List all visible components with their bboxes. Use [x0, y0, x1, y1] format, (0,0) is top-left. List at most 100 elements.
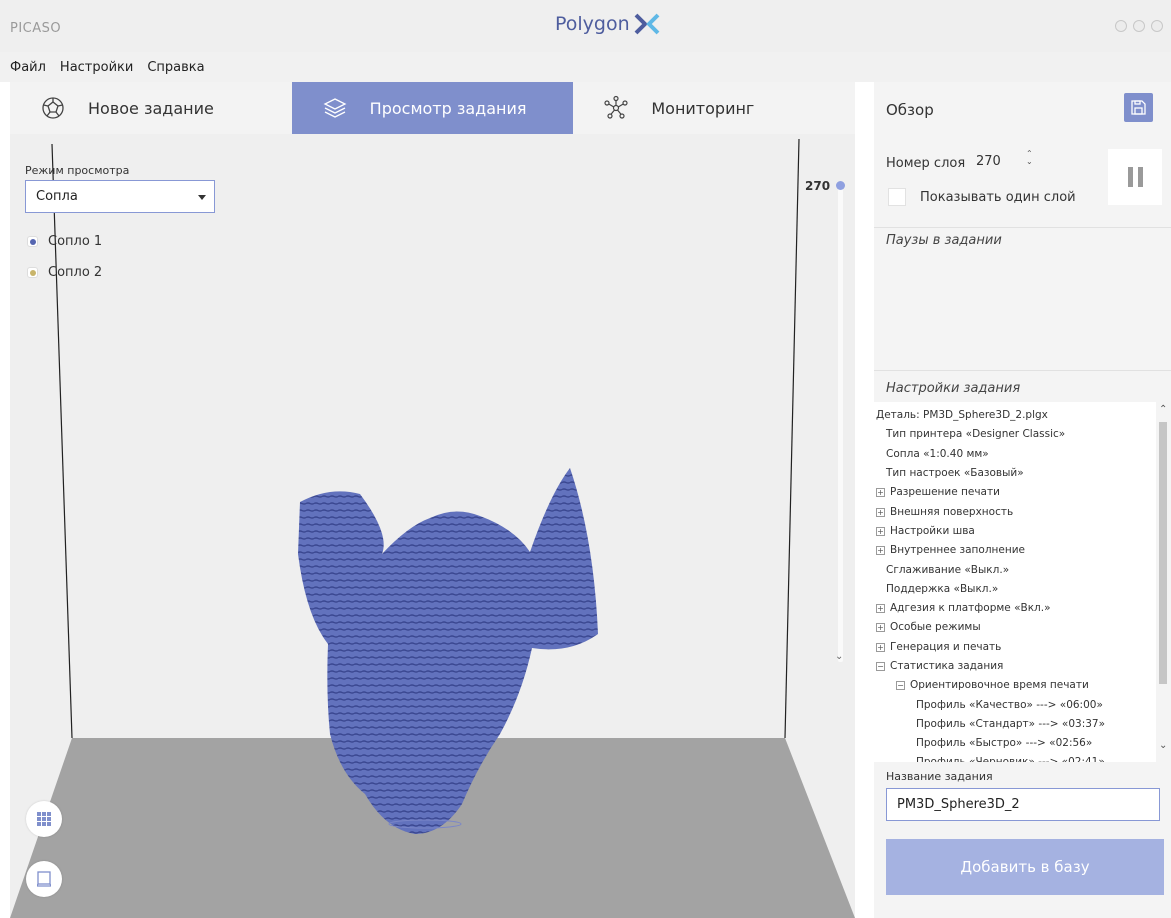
- scroll-up-icon[interactable]: ⌃: [1159, 404, 1167, 415]
- tab-monitoring-label: Мониторинг: [651, 98, 755, 118]
- view-mode-select[interactable]: Сопла: [25, 180, 215, 213]
- tree-row[interactable]: + Особые режимы: [874, 618, 1171, 637]
- tree-row-label: Статистика задания: [890, 660, 1004, 672]
- tree-row-label: Адгезия к платформе «Вкл.»: [890, 602, 1051, 615]
- expand-icon[interactable]: +: [876, 642, 885, 652]
- tree-row[interactable]: + Генерация и печать: [874, 638, 1171, 657]
- nozzle-1-legend[interactable]: Сопло 1: [27, 234, 102, 249]
- overview-header: Обзор: [874, 82, 1171, 134]
- expand-icon[interactable]: +: [876, 604, 885, 614]
- show-one-layer-label: Показывать один слой: [920, 189, 1076, 205]
- title-bar: PICASO Polygon: [0, 0, 1171, 52]
- tab-monitoring[interactable]: Мониторинг: [573, 82, 855, 134]
- tree-row: Тип настроек «Базовый»: [874, 464, 1171, 483]
- nozzle-2-swatch: [27, 267, 38, 278]
- tab-job-preview[interactable]: Просмотр задания: [291, 82, 574, 134]
- tree-row-label: Тип принтера «Designer Classic»: [886, 428, 1066, 441]
- expand-icon[interactable]: +: [876, 546, 885, 556]
- nozzle-1-label: Сопло 1: [48, 234, 103, 249]
- tree-row-label: Сглаживание «Выкл.»: [886, 563, 1010, 576]
- nozzle-1-swatch: [27, 236, 38, 247]
- tree-row[interactable]: + Адгезия к платформе «Вкл.»: [874, 599, 1171, 618]
- tree-row: Профиль «Черновик» ---> «02:41»: [874, 753, 1171, 762]
- tree-row-label: Профиль «Стандарт» ---> «03:37»: [916, 717, 1106, 730]
- layer-number-label: Номер слоя: [886, 156, 966, 171]
- tab-new-job[interactable]: Новое задание: [10, 82, 292, 134]
- minimize-window-button[interactable]: [1115, 20, 1127, 32]
- tree-row: Профиль «Стандарт» ---> «03:37»: [874, 715, 1171, 734]
- view-reset-button[interactable]: [26, 861, 62, 897]
- tree-row: Тип принтера «Designer Classic»: [874, 425, 1171, 444]
- job-settings-tree[interactable]: Деталь: PM3D_Sphere3D_2.plgx Тип принтера…: [874, 402, 1171, 762]
- job-name-input[interactable]: PM3D_Sphere3D_2: [886, 788, 1160, 821]
- tree-row: Поддержка «Выкл.»: [874, 580, 1171, 599]
- expand-icon[interactable]: +: [876, 526, 885, 536]
- menu-help[interactable]: Справка: [147, 60, 204, 75]
- save-button[interactable]: [1124, 93, 1153, 122]
- 3d-viewport[interactable]: Режим просмотра Сопла Сопло 1 Сопло 2 27…: [10, 134, 855, 918]
- tree-row: Деталь: PM3D_Sphere3D_2.plgx: [874, 406, 1171, 425]
- tree-row[interactable]: − Ориентировочное время печати: [874, 676, 1171, 695]
- tree-row-label: Деталь: PM3D_Sphere3D_2.plgx: [876, 409, 1048, 422]
- tree-scrollbar[interactable]: ⌃ ⌄: [1156, 402, 1171, 762]
- tree-row-label: Внутреннее заполнение: [890, 544, 1026, 557]
- tree-row[interactable]: + Разрешение печати: [874, 483, 1171, 502]
- layer-number-stepper[interactable]: ⌃ ⌄: [1026, 150, 1033, 166]
- scroll-down-icon[interactable]: ⌄: [1159, 740, 1167, 751]
- tree-row[interactable]: − Статистика задания: [874, 657, 1171, 676]
- view-mode-value: Сопла: [36, 189, 78, 204]
- job-name-label: Название задания: [886, 770, 993, 783]
- expand-icon[interactable]: +: [876, 623, 885, 633]
- slider-chevron-down-icon[interactable]: ⌄: [835, 651, 843, 662]
- layer-controls: Номер слоя 270 ⌃ ⌄ Показывать один слой: [874, 138, 1171, 228]
- grid-view-button[interactable]: [26, 801, 62, 837]
- tab-new-job-label: Новое задание: [88, 98, 214, 118]
- tree-row: Сглаживание «Выкл.»: [874, 560, 1171, 579]
- layer-slider-handle[interactable]: [836, 181, 845, 190]
- close-window-button[interactable]: [1151, 20, 1163, 32]
- add-to-database-button[interactable]: Добавить в базу: [886, 839, 1164, 895]
- menu-file[interactable]: Файл: [10, 60, 46, 75]
- scrollbar-thumb[interactable]: [1159, 422, 1167, 684]
- show-one-layer-checkbox[interactable]: [888, 188, 906, 206]
- menu-bar: Файл Настройки Справка: [0, 52, 1171, 82]
- tree-row-label: Разрешение печати: [890, 486, 1000, 499]
- pause-button[interactable]: [1108, 149, 1162, 205]
- expand-icon[interactable]: +: [876, 488, 885, 498]
- menu-settings[interactable]: Настройки: [60, 60, 133, 75]
- tree-row-label: Профиль «Качество» ---> «06:00»: [916, 698, 1103, 711]
- tree-row-label: Внешняя поверхность: [890, 505, 1014, 518]
- polygon-logo: Polygon: [555, 13, 660, 35]
- build-volume: [10, 138, 855, 918]
- nozzle-2-legend[interactable]: Сопло 2: [27, 265, 102, 280]
- pauses-title: Паузы в задании: [886, 233, 1002, 248]
- collapse-icon[interactable]: −: [876, 662, 885, 671]
- tree-row[interactable]: + Настройки шва: [874, 522, 1171, 541]
- pause-icon-bar: [1137, 167, 1143, 187]
- pause-icon: [1127, 167, 1133, 187]
- polygon-x-logo-icon: [634, 13, 660, 35]
- tab-job-preview-label: Просмотр задания: [369, 98, 527, 118]
- divider: [874, 227, 1171, 228]
- layer-slider-track[interactable]: [838, 184, 843, 662]
- tree-row-label: Профиль «Быстро» ---> «02:56»: [916, 737, 1093, 750]
- tree-row-label: Особые режимы: [890, 621, 981, 634]
- show-one-layer-option[interactable]: Показывать один слой: [888, 188, 1076, 206]
- tree-row-label: Профиль «Черновик» ---> «02:41»: [916, 753, 1105, 762]
- tree-row-label: Генерация и печать: [890, 640, 1002, 653]
- platform-icon: [37, 871, 51, 887]
- expand-icon[interactable]: +: [876, 507, 885, 517]
- maximize-window-button[interactable]: [1133, 20, 1145, 32]
- tree-row-label: Сопла «1:0.40 мм»: [886, 447, 989, 460]
- job-settings-title: Настройки задания: [886, 381, 1021, 396]
- collapse-icon[interactable]: −: [896, 681, 905, 691]
- tree-row: Сопла «1:0.40 мм»: [874, 445, 1171, 464]
- pauses-list[interactable]: [874, 252, 1171, 372]
- layers-icon: [320, 93, 350, 123]
- tree-row[interactable]: + Внешняя поверхность: [874, 502, 1171, 521]
- picaso-logo: PICASO: [10, 21, 62, 36]
- tree-row[interactable]: + Внутреннее заполнение: [874, 541, 1171, 560]
- overview-title: Обзор: [886, 101, 934, 119]
- nozzle-2-label: Сопло 2: [48, 265, 103, 280]
- right-panel: Обзор Номер слоя 270 ⌃ ⌄ Показывать один …: [874, 82, 1171, 918]
